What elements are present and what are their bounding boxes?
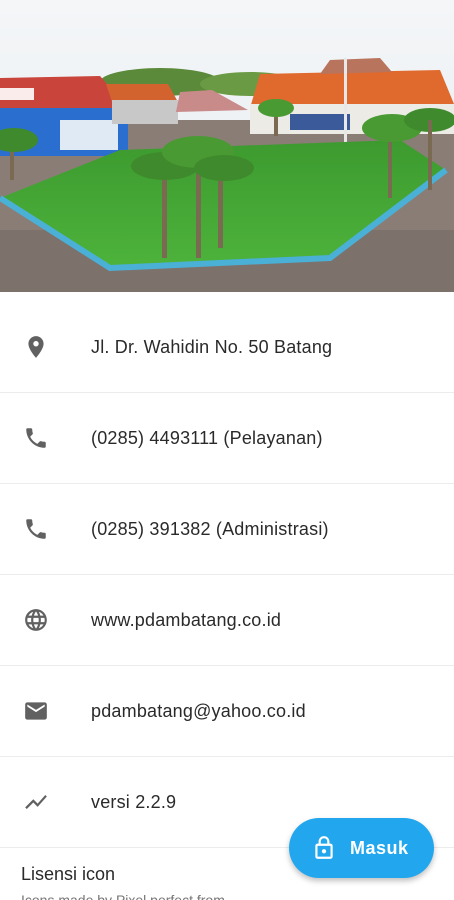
login-button[interactable]: Masuk: [289, 818, 434, 878]
phone-admin-row[interactable]: (0285) 391382 (Administrasi): [0, 484, 454, 575]
office-photo: [0, 0, 454, 292]
trending-icon: [22, 788, 50, 816]
version-text: versi 2.2.9: [91, 791, 177, 812]
phone-service-text: (0285) 4493111 (Pelayanan): [91, 427, 323, 448]
email-text: pdambatang@yahoo.co.id: [91, 700, 306, 721]
website-row[interactable]: www.pdambatang.co.id: [0, 575, 454, 666]
globe-icon: [22, 606, 50, 634]
login-button-label: Masuk: [350, 837, 409, 858]
mail-icon: [22, 697, 50, 725]
website-text: www.pdambatang.co.id: [91, 609, 282, 630]
address-row[interactable]: Jl. Dr. Wahidin No. 50 Batang: [0, 302, 454, 393]
location-pin-icon: [22, 333, 50, 361]
phone-admin-text: (0285) 391382 (Administrasi): [91, 518, 329, 539]
contact-list: Jl. Dr. Wahidin No. 50 Batang (0285) 449…: [0, 302, 454, 848]
email-row[interactable]: pdambatang@yahoo.co.id: [0, 666, 454, 757]
phone-icon: [22, 515, 50, 543]
phone-icon: [22, 424, 50, 452]
address-text: Jl. Dr. Wahidin No. 50 Batang: [91, 336, 333, 357]
lock-icon: [311, 834, 337, 862]
license-subtitle[interactable]: Icons made by Pixel perfect from: [21, 892, 225, 900]
license-title: Lisensi icon: [21, 864, 116, 884]
phone-service-row[interactable]: (0285) 4493111 (Pelayanan): [0, 393, 454, 484]
